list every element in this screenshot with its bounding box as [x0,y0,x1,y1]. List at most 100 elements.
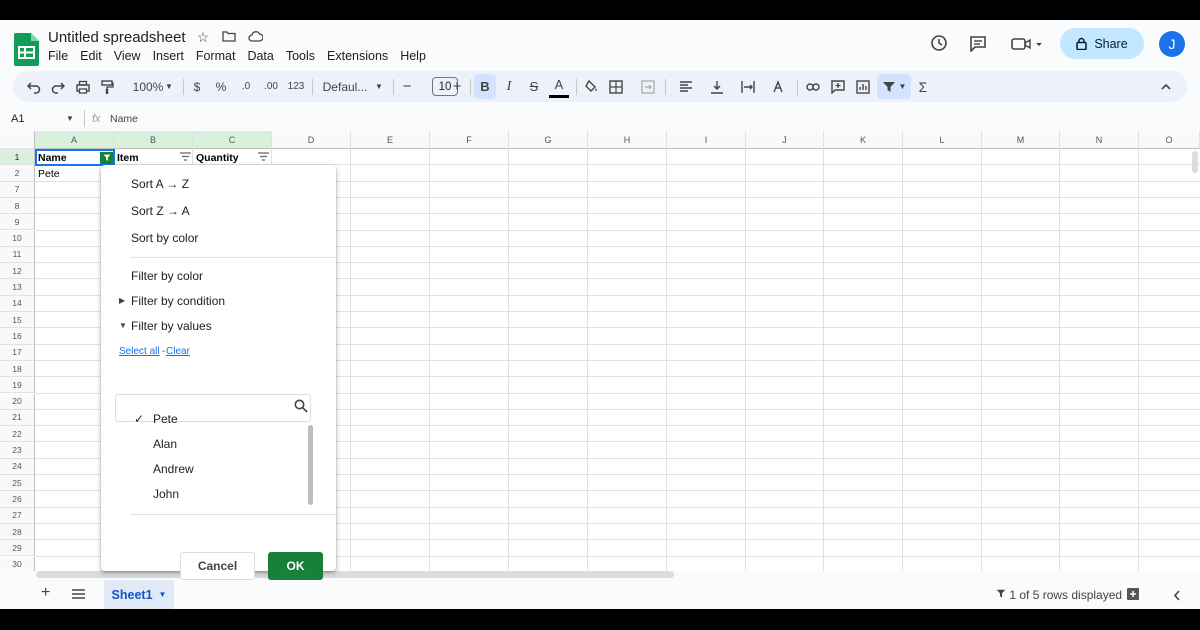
column-header-i[interactable]: I [667,131,746,149]
horizontal-scrollbar[interactable] [36,571,674,578]
row-header[interactable]: 8 [0,197,35,215]
filter-icon[interactable] [258,152,269,163]
menu-insert[interactable]: Insert [153,49,184,63]
data-cell[interactable]: Pete [38,168,60,180]
borders-icon[interactable] [607,71,625,102]
side-panel-toggle-icon[interactable] [1173,590,1181,601]
menu-data[interactable]: Data [247,49,273,63]
row-header[interactable]: 28 [0,523,35,541]
row-header[interactable]: 7 [0,181,35,198]
row-header[interactable]: 16 [0,328,35,345]
value-option-alan[interactable]: Alan [153,437,177,451]
vertical-align-icon[interactable] [703,71,731,102]
column-header-m[interactable]: M [982,131,1060,149]
row-header[interactable]: 22 [0,426,35,443]
bold-button[interactable]: B [474,74,496,99]
text-wrapping-icon[interactable] [734,71,762,102]
menu-format[interactable]: Format [196,49,236,63]
currency-format[interactable]: $ [190,71,204,102]
expand-arrow-icon[interactable]: ▶ [119,296,125,305]
text-color-button[interactable]: A [549,74,569,98]
menu-extensions[interactable]: Extensions [327,49,388,63]
zoom-caret-icon[interactable]: ▼ [164,71,174,102]
value-option-andrew[interactable]: Andrew [153,462,194,476]
strikethrough-button[interactable]: S [525,71,543,102]
insert-link-icon[interactable] [804,71,822,102]
italic-button[interactable]: I [500,71,518,102]
document-title[interactable]: Untitled spreadsheet [48,29,186,46]
clear-link[interactable]: Clear [166,346,190,357]
print-icon[interactable] [74,71,92,102]
menu-edit[interactable]: Edit [80,49,102,63]
account-avatar[interactable]: J [1159,31,1185,57]
increase-decimal[interactable]: .00 [262,71,280,102]
row-header[interactable]: 30 [0,556,35,571]
filter-by-color-option[interactable]: Filter by color [131,269,203,283]
sheet-tab-sheet1[interactable]: Sheet1 ▼ [104,580,174,609]
row-header[interactable]: 13 [0,279,35,296]
row-header[interactable]: 29 [0,540,35,557]
row-header[interactable]: 12 [0,263,35,280]
redo-icon[interactable] [49,71,67,102]
sort-z-a-option[interactable]: Sort Z → A [131,204,190,218]
row-header[interactable]: 20 [0,393,35,410]
functions-button[interactable]: Σ [915,71,931,102]
name-box-caret-icon[interactable]: ▼ [66,114,74,123]
horizontal-align-icon[interactable] [672,71,700,102]
header-cell[interactable]: Item [117,152,139,164]
row-header[interactable]: 10 [0,230,35,247]
decrease-font-size-icon[interactable]: − [400,71,414,102]
version-history-icon[interactable] [930,34,948,52]
filter-icon[interactable] [180,152,191,163]
row-header[interactable]: 23 [0,442,35,459]
add-sheet-icon[interactable]: + [41,584,50,602]
ok-button[interactable]: OK [268,552,323,580]
row-header[interactable]: 2 [0,165,35,182]
cloud-status-icon[interactable] [247,29,264,46]
column-header-e[interactable]: E [351,131,430,149]
fill-color-icon[interactable] [582,71,600,102]
decrease-decimal[interactable]: .0 [237,71,255,102]
row-header[interactable]: 25 [0,475,35,492]
row-header[interactable]: 9 [0,214,35,231]
merge-cells-icon[interactable] [633,71,663,102]
collapse-toolbar-icon[interactable] [1159,71,1173,102]
font-select[interactable]: Defaul... [321,71,369,102]
move-folder-icon[interactable] [221,29,237,46]
sort-a-z-option[interactable]: Sort A → Z [131,177,189,191]
column-header-g[interactable]: G [509,131,588,149]
row-header[interactable]: 14 [0,295,35,312]
menu-view[interactable]: View [114,49,141,63]
row-header[interactable]: 1 [0,149,35,166]
insert-chart-icon[interactable] [854,71,872,102]
increase-font-size-icon[interactable]: + [450,71,464,102]
column-header-n[interactable]: N [1060,131,1139,149]
value-option-pete[interactable]: Pete [153,412,178,426]
sheets-logo-icon[interactable] [14,33,39,66]
paint-format-icon[interactable] [98,71,116,102]
row-header[interactable]: 15 [0,312,35,329]
column-header-k[interactable]: K [824,131,903,149]
row-header[interactable]: 27 [0,507,35,524]
menu-tools[interactable]: Tools [286,49,315,63]
column-header-c[interactable]: C [193,131,272,149]
row-header[interactable]: 19 [0,377,35,394]
row-header[interactable]: 24 [0,458,35,475]
font-caret-icon[interactable]: ▼ [374,71,384,102]
column-header-h[interactable]: H [588,131,667,149]
collapse-arrow-icon[interactable]: ▼ [119,321,127,330]
formula-input[interactable]: Name [110,113,138,125]
undo-icon[interactable] [25,71,43,102]
column-header-l[interactable]: L [903,131,982,149]
meet-icon[interactable] [1011,37,1045,51]
more-formats[interactable]: 123 [287,71,305,102]
sheet-menu-caret-icon[interactable]: ▼ [159,590,167,599]
row-header[interactable]: 21 [0,409,35,427]
column-header-a[interactable]: A [35,131,114,149]
row-header[interactable]: 11 [0,246,35,264]
filter-toggle-icon[interactable]: ▼ [877,74,911,99]
column-header-o[interactable]: O [1139,131,1200,149]
column-header-d[interactable]: D [272,131,351,149]
filter-by-values-option[interactable]: Filter by values [131,319,212,333]
column-header-b[interactable]: B [114,131,193,149]
